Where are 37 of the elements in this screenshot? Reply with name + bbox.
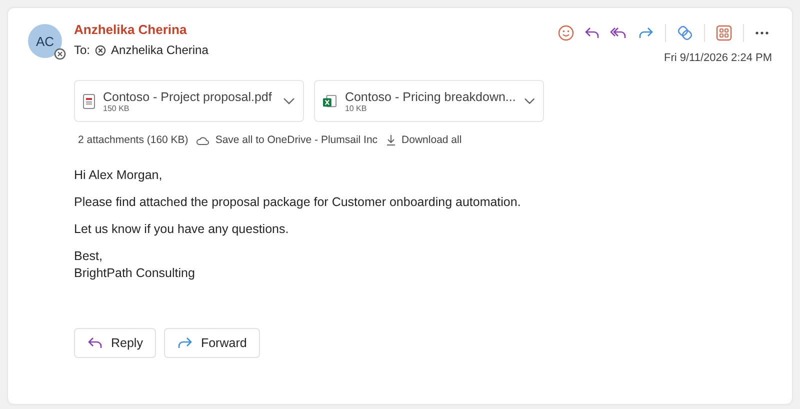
- reply-icon: [584, 26, 600, 40]
- sender-name[interactable]: Anzhelika Cherina: [74, 22, 543, 37]
- attachment-name: Contoso - Pricing breakdown...: [344, 90, 516, 104]
- signature-line: Best,: [74, 249, 104, 263]
- chevron-down-icon[interactable]: [283, 97, 295, 105]
- message-paragraph: Please find attached the proposal package for Customer onboarding automation.: [74, 195, 522, 209]
- more-icon: [755, 31, 769, 35]
- attachment-name: Contoso - Project proposal.pdf: [103, 90, 273, 104]
- forward-icon: [638, 26, 654, 40]
- cloud-icon: [196, 136, 210, 144]
- message-paragraph: Hi Alex Morgan,: [74, 168, 164, 182]
- download-all-link[interactable]: Download all: [386, 134, 462, 146]
- blocked-status-icon: [95, 44, 106, 56]
- attachment-summary: 2 attachments (160 KB): [78, 134, 188, 146]
- blocked-status-icon: [54, 48, 66, 60]
- reply-button[interactable]: Reply: [74, 328, 156, 358]
- recipient-name[interactable]: Anzhelika Cherina: [111, 43, 208, 57]
- attachment-size: 150 KB: [103, 104, 130, 112]
- forward-icon[interactable]: [176, 336, 193, 350]
- spreadsheet-file-icon: [323, 94, 337, 108]
- apps-grid-icon: [716, 25, 732, 41]
- sent-date: Fri 9/11/2026 2:24 PM: [664, 52, 772, 64]
- reply-icon[interactable]: [87, 336, 103, 350]
- signature-line: BrightPath Consulting: [74, 266, 196, 280]
- attachment-size: 10 KB: [344, 104, 368, 112]
- chevron-down-icon[interactable]: [524, 97, 535, 105]
- download-icon: [386, 134, 396, 146]
- pdf-file-icon: [83, 94, 95, 108]
- linked-shapes-icon: [677, 25, 693, 41]
- smiley-icon: [558, 25, 574, 41]
- to-label: To:: [74, 43, 90, 57]
- save-to-cloud-link[interactable]: Save all to OneDrive - Plumsail Inc: [196, 134, 378, 146]
- attachment-card[interactable]: Contoso - Pricing breakdown... 10 KB: [314, 80, 544, 122]
- reply-all-icon: [610, 26, 628, 40]
- attachment-card[interactable]: Contoso - Project proposal.pdf 150 KB: [74, 80, 304, 122]
- forward-button[interactable]: Forward: [164, 328, 260, 358]
- message-paragraph: Let us know if you have any questions.: [74, 222, 290, 236]
